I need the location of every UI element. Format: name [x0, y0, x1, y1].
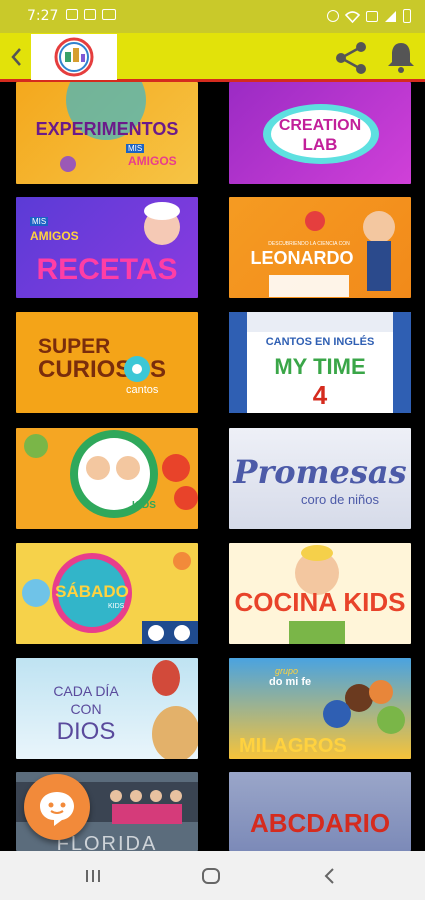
tile-title-3: DIOS — [56, 718, 116, 745]
app-bar — [0, 33, 425, 82]
tile-sabado-kids[interactable]: SÁBADO KIDS — [16, 543, 198, 644]
status-bar: 7:27 — [0, 0, 425, 33]
tile-super-curiosos[interactable]: SUPER CURIOSOS cantos — [16, 312, 198, 413]
tile-badge-top: MIS — [126, 144, 145, 153]
wifi-icon — [345, 10, 360, 23]
tile-title: MY TIME — [274, 354, 366, 379]
recent-apps-icon[interactable] — [81, 864, 105, 888]
signal-bars-icon — [385, 10, 396, 22]
cast-icon — [102, 9, 116, 20]
gallery-icon — [84, 9, 96, 20]
tile-creation-lab[interactable]: CREATION LAB — [229, 82, 411, 184]
tile-title: COCINA KIDS — [234, 587, 406, 617]
battery-icon — [403, 9, 411, 23]
tile-subtitle: KIDS — [108, 603, 125, 610]
chat-fab-button[interactable] — [24, 774, 90, 840]
tile-abcdario[interactable]: ABCDARIO — [229, 772, 411, 851]
system-nav-bar — [0, 851, 425, 900]
tile-badge-2: do mi fe — [269, 676, 312, 688]
home-icon[interactable] — [199, 864, 223, 888]
tile-title: RECETAS — [36, 253, 178, 286]
tile-title: SÁBADO — [55, 582, 129, 601]
tile-cocina-kids-2[interactable]: COCINA KIDS — [229, 543, 411, 644]
signal-icon — [366, 10, 378, 22]
tile-subtitle: cantos — [126, 384, 159, 396]
tile-title: ABCDARIO — [249, 808, 391, 838]
photo-icon — [66, 9, 78, 20]
tile-badge: grupo — [275, 666, 299, 676]
tile-experimentos[interactable]: EXPERIMENTOS MIS AMIGOS — [16, 82, 198, 184]
eye-icon — [124, 356, 150, 382]
tile-leonardo[interactable]: DESCUBRIENDO LA CIENCIA CON LEONARDO — [229, 197, 411, 298]
tile-title: EXPERIMENTOS — [35, 119, 179, 139]
tile-badge: AMIGOS — [30, 229, 79, 243]
tile-subtitle: DESCUBRIENDO LA CIENCIA CON — [268, 241, 350, 247]
tile-subtitle: coro de niños — [300, 492, 380, 507]
tile-badge-top: MIS — [30, 217, 49, 226]
tile-cada-dia-con-dios[interactable]: CADA DÍA CON DIOS — [16, 658, 198, 759]
tile-title: Promesas — [233, 453, 407, 491]
tile-title: LEONARDO — [250, 248, 354, 268]
share-icon[interactable] — [333, 40, 369, 76]
tile-title-2: LAB — [302, 135, 338, 154]
tile-badge: AMIGOS — [128, 154, 177, 168]
back-nav-icon[interactable] — [318, 864, 342, 888]
tile-milagros[interactable]: grupo do mi fe MILAGROS — [229, 658, 411, 759]
chat-bubble-icon — [40, 792, 74, 826]
app-logo[interactable] — [31, 34, 117, 80]
tile-cocina-kids-1[interactable]: KIDS — [16, 428, 198, 529]
status-time: 7:27 — [27, 8, 59, 24]
bell-icon[interactable] — [386, 40, 416, 74]
tile-recetas[interactable]: MIS AMIGOS RECETAS — [16, 197, 198, 298]
back-arrow-icon[interactable] — [6, 43, 28, 71]
tile-label: KIDS — [132, 500, 156, 511]
tile-my-time[interactable]: CANTOS EN INGLÉS MY TIME 4 — [229, 312, 411, 413]
tile-subtitle: CANTOS EN INGLÉS — [265, 336, 375, 348]
tile-title: CREATION — [278, 117, 362, 134]
tile-title: SUPER — [38, 335, 111, 358]
logo-emblem-icon — [54, 37, 94, 77]
tile-title: MILAGROS — [239, 735, 347, 757]
tile-art — [24, 430, 198, 518]
alarm-icon — [327, 10, 339, 22]
tile-title-2: CON — [70, 701, 102, 717]
tile-promesas[interactable]: Promesas coro de niños — [229, 428, 411, 529]
tile-title: CADA DÍA — [53, 683, 119, 699]
tile-number: 4 — [312, 380, 328, 410]
